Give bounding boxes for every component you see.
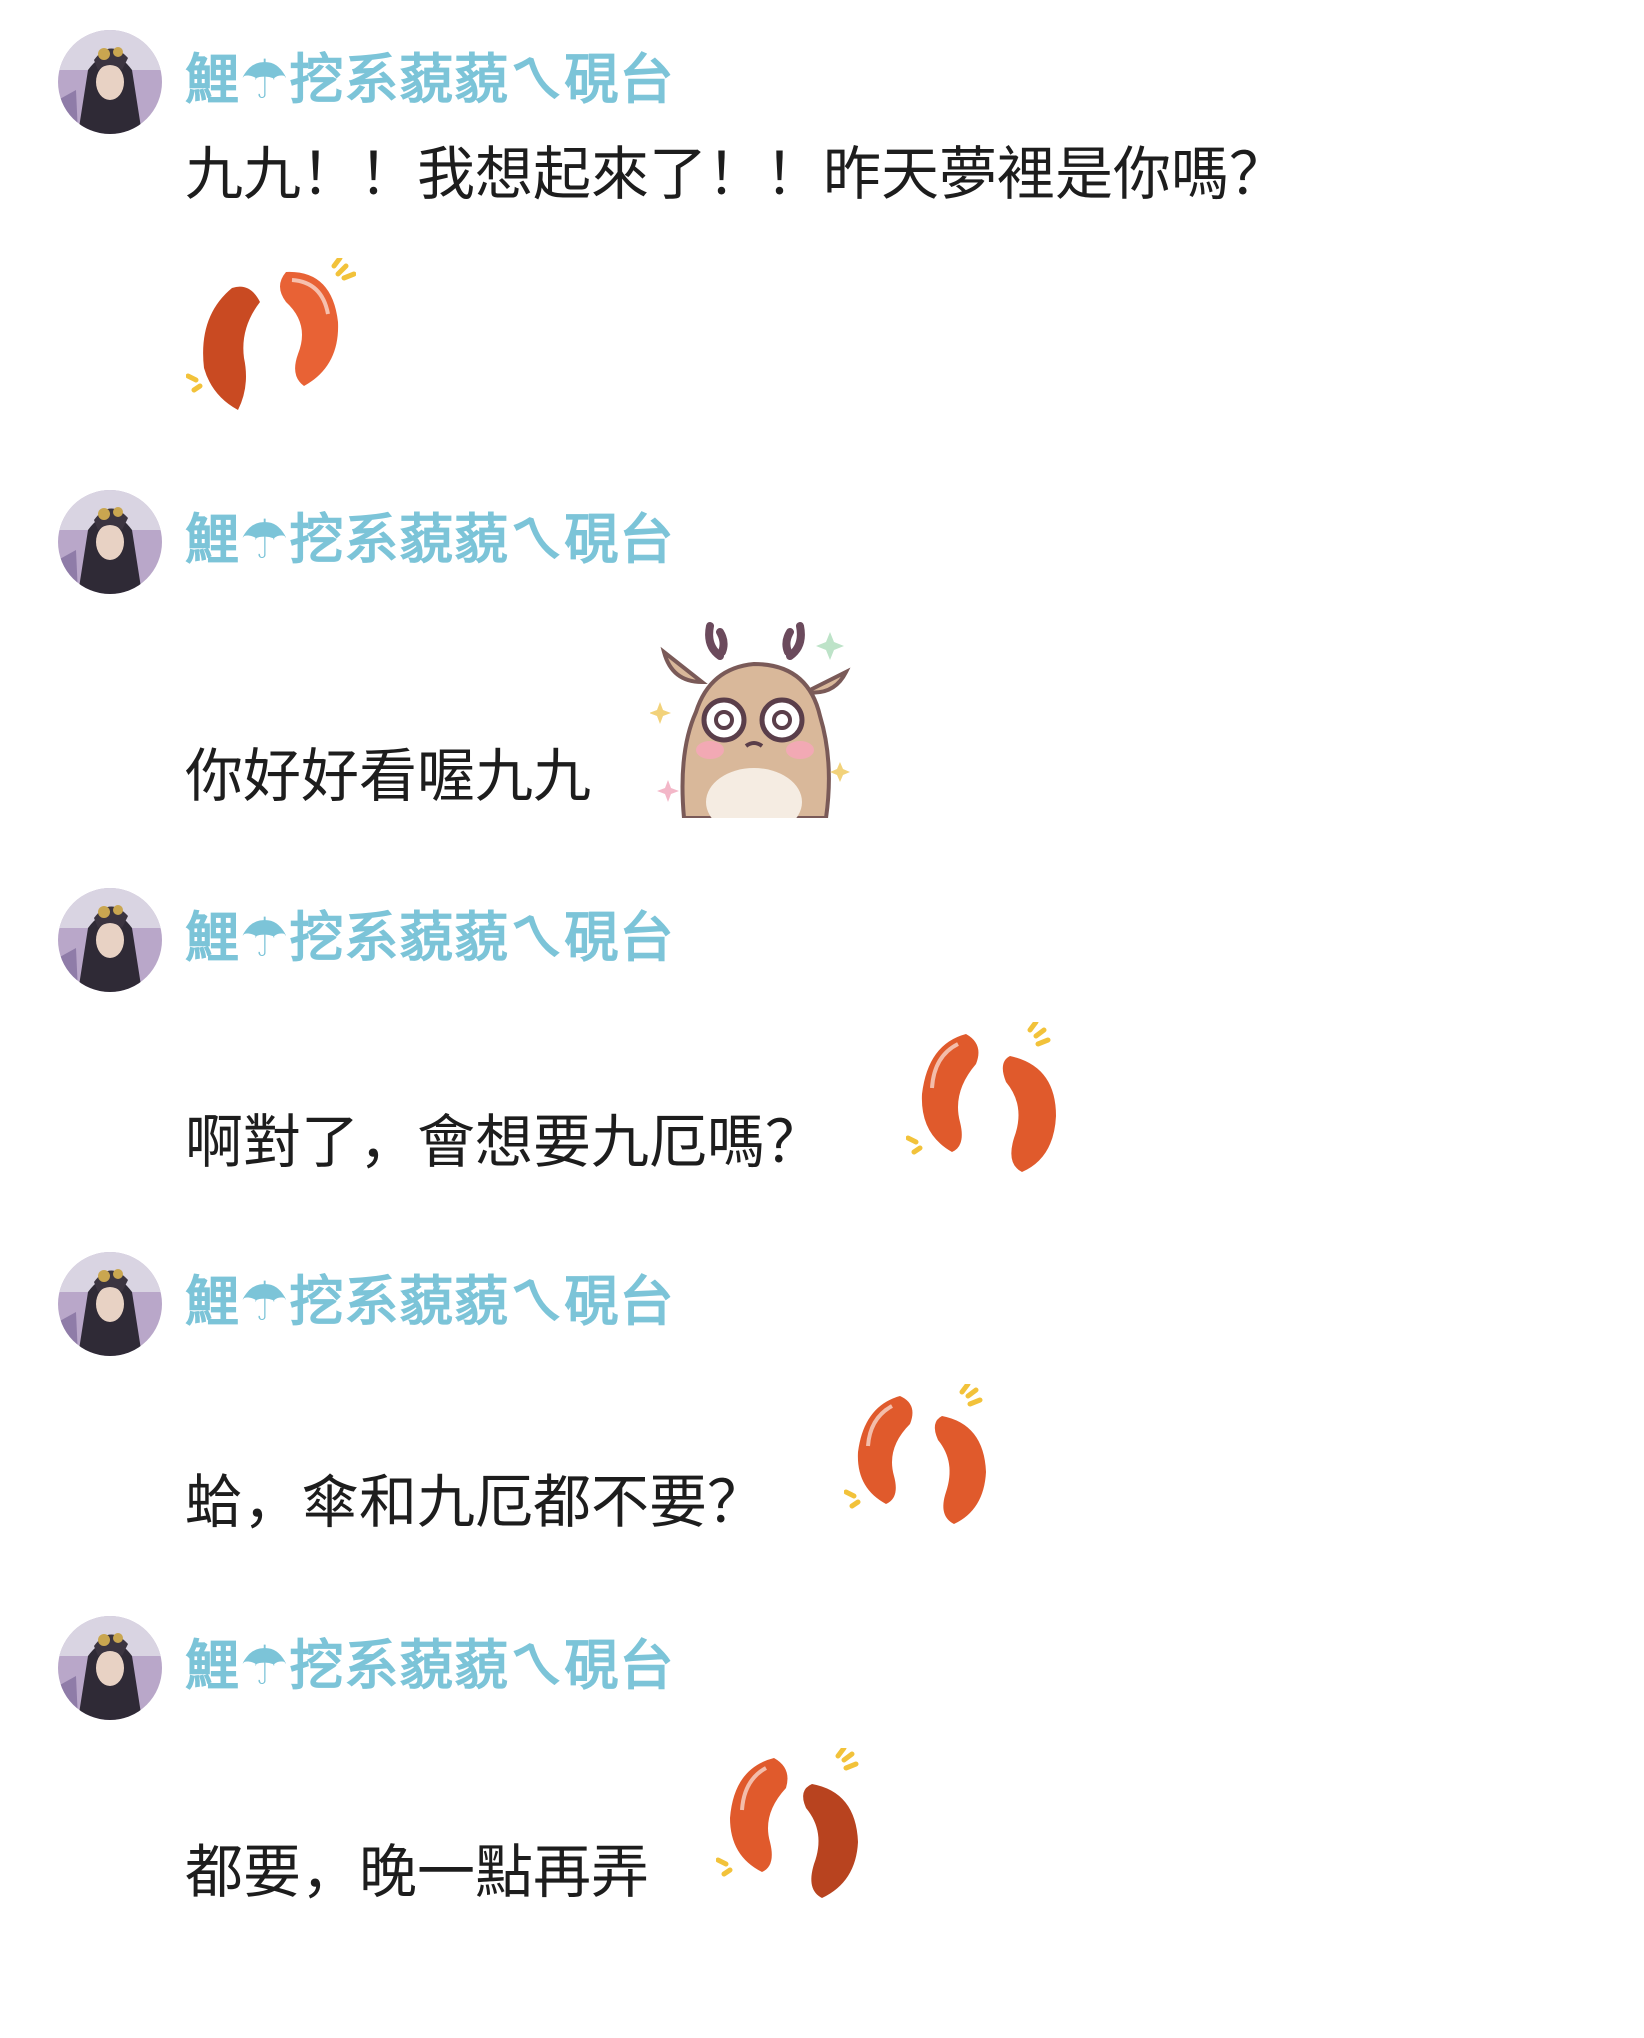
chat-log: 鯉☂挖系藐藐ㄟ硯台 九九！！我想起來了！！昨天夢裡是你嗎？ 鯉☂挖系藐藐ㄟ硯台 … [0,0,1644,2038]
red-bean-pair-icon [716,1748,876,1908]
avatar-image [58,1616,162,1720]
avatar[interactable] [58,888,162,992]
red-bean-pair-icon [844,1384,1004,1534]
avatar-image [58,888,162,992]
message-text: 九九！！我想起來了！！昨天夢裡是你嗎？ [185,140,1288,208]
avatar[interactable] [58,30,162,134]
username[interactable]: 鯉☂挖系藐藐ㄟ硯台 [185,1634,674,1698]
avatar[interactable] [58,490,162,594]
avatar[interactable] [58,1616,162,1720]
red-bean-pair-icon [186,258,356,418]
avatar[interactable] [58,1252,162,1356]
red-bean-pair-icon [906,1022,1076,1182]
message-text: 啊對了，會想要九厄嗎？ [185,1108,824,1176]
avatar-image [58,1252,162,1356]
message-text: 都要，晚一點再弄 [185,1838,650,1906]
deer-sticker-icon [650,612,856,818]
message-text: 蛤，傘和九厄都不要？ [185,1468,766,1536]
username[interactable]: 鯉☂挖系藐藐ㄟ硯台 [185,48,674,112]
message-text: 你好好看喔九九 [185,742,592,810]
username[interactable]: 鯉☂挖系藐藐ㄟ硯台 [185,508,674,572]
avatar-image [58,30,162,134]
avatar-image [58,490,162,594]
username[interactable]: 鯉☂挖系藐藐ㄟ硯台 [185,1270,674,1334]
username[interactable]: 鯉☂挖系藐藐ㄟ硯台 [185,906,674,970]
